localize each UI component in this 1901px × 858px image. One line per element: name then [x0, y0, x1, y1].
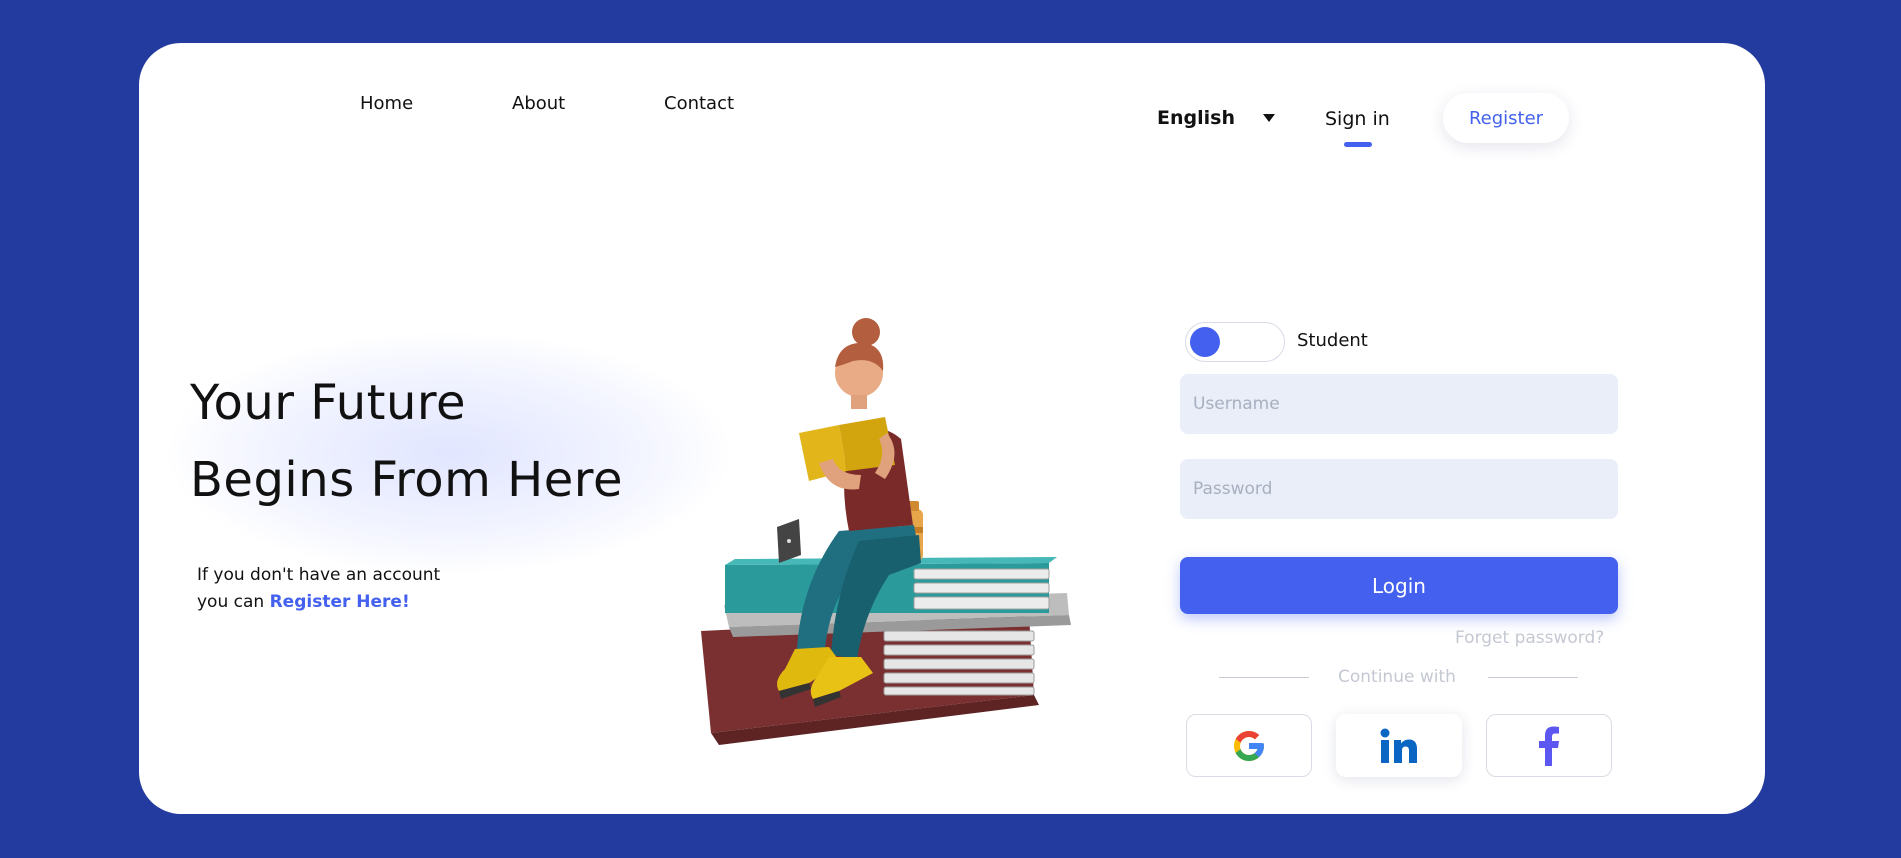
facebook-login-button[interactable] [1486, 714, 1612, 777]
login-card: Home About Contact English Sign in Regis… [139, 43, 1765, 814]
hero-title-line-2: Begins From Here [190, 452, 623, 508]
linkedin-login-button[interactable] [1336, 714, 1462, 777]
toggle-knob [1190, 327, 1220, 357]
username-field[interactable] [1180, 374, 1618, 434]
divider-left [1219, 677, 1309, 678]
nav-home[interactable]: Home [360, 93, 413, 114]
register-button[interactable]: Register [1443, 93, 1569, 143]
role-toggle[interactable] [1185, 322, 1285, 362]
password-field[interactable] [1180, 459, 1618, 519]
forgot-password-link[interactable]: Forget password? [1455, 628, 1604, 648]
sign-in-link[interactable]: Sign in [1325, 108, 1390, 130]
google-icon [1234, 730, 1264, 761]
login-button[interactable]: Login [1180, 557, 1618, 614]
hero-subtext-line-2: you can [197, 592, 265, 612]
divider-right [1488, 677, 1578, 678]
hero-title: Your Future Begins From Here [190, 365, 623, 519]
facebook-icon [1539, 726, 1559, 766]
active-tab-indicator [1344, 142, 1372, 147]
role-label: Student [1297, 330, 1368, 351]
hero-subtext-line-1: If you don't have an account [197, 565, 441, 585]
google-login-button[interactable] [1186, 714, 1312, 777]
caret-down-icon [1262, 114, 1275, 122]
nav-about[interactable]: About [512, 93, 565, 114]
language-label: English [1157, 107, 1235, 129]
continue-with-label: Continue with [1338, 667, 1456, 687]
language-select[interactable]: English [1157, 107, 1275, 129]
nav-contact[interactable]: Contact [664, 93, 734, 114]
hero-title-line-1: Your Future [190, 375, 467, 431]
register-here-link[interactable]: Register Here! [270, 592, 410, 612]
hero-subtext: If you don't have an account you can Reg… [197, 562, 440, 616]
linkedin-icon [1380, 728, 1417, 763]
